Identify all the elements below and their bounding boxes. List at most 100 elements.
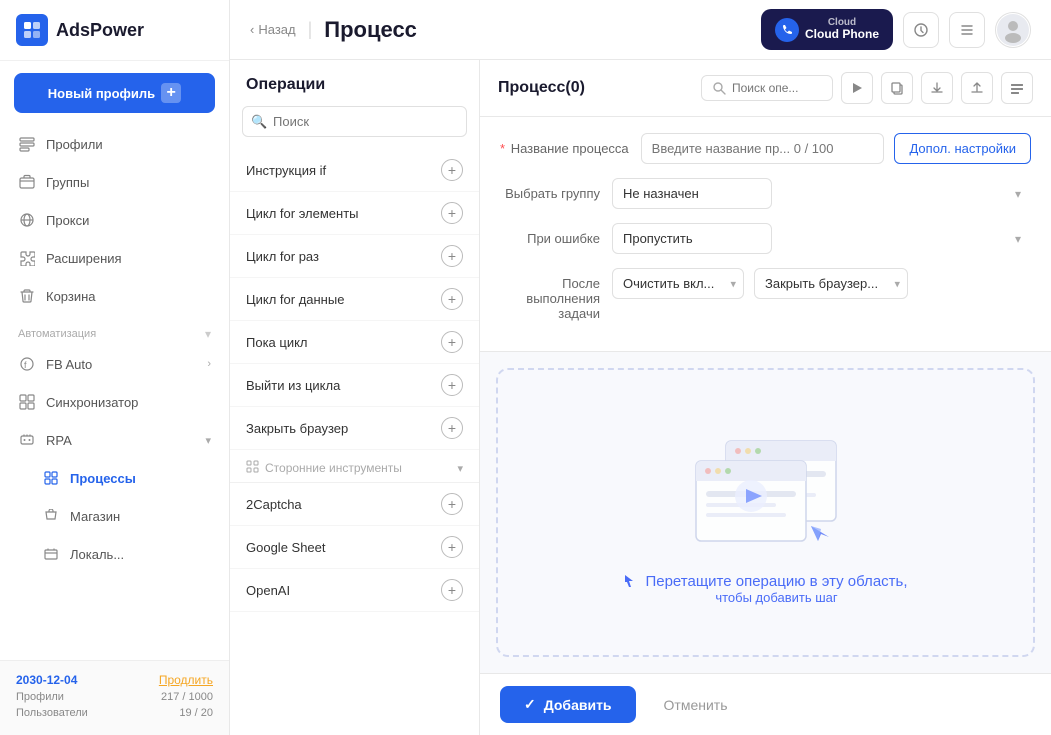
page-title: Процесс [324, 17, 417, 43]
process-name-input[interactable] [641, 133, 885, 164]
add-for-data-button[interactable]: + [441, 288, 463, 310]
ops-item-if[interactable]: Инструкция if + [230, 149, 479, 192]
ops-item-for-times[interactable]: Цикл for раз + [230, 235, 479, 278]
sidebar-item-extensions[interactable]: Расширения [0, 239, 229, 277]
sidebar-sub-label: Процессы [70, 471, 136, 486]
users-stat-label: Пользователи [16, 707, 88, 719]
operations-title: Операции [230, 60, 479, 102]
sidebar-item-processes[interactable]: Процессы [0, 459, 229, 497]
sidebar-item-rpa[interactable]: RPA ▾ [0, 421, 229, 459]
shop-icon [42, 507, 60, 525]
settings-button[interactable] [1001, 72, 1033, 104]
sidebar-item-label: RPA [46, 433, 72, 448]
chevron-down-icon: ▾ [1015, 232, 1021, 246]
topbar-right: Cloud Cloud Phone [761, 9, 1031, 49]
ops-item-for-data[interactable]: Цикл for данные + [230, 278, 479, 321]
sidebar-item-sync[interactable]: Синхронизатор [0, 383, 229, 421]
add-break-button[interactable]: + [441, 374, 463, 396]
sidebar-item-profiles[interactable]: Профили [0, 125, 229, 163]
ops-item-label: Пока цикл [246, 335, 308, 350]
back-arrow-icon: ‹ [250, 22, 254, 37]
operations-search-input[interactable] [242, 106, 467, 137]
profiles-icon [18, 135, 36, 153]
back-button[interactable]: ‹ Назад [250, 22, 296, 37]
operations-list: Инструкция if + Цикл for элементы + Цикл… [230, 149, 479, 735]
new-profile-button[interactable]: Новый профиль + [14, 73, 215, 113]
process-panel: Процесс(0) [480, 60, 1051, 735]
sidebar-item-label: Синхронизатор [46, 395, 138, 410]
add-gsheet-button[interactable]: + [441, 536, 463, 558]
operations-panel: Операции 🔍 Инструкция if + Цикл for элем… [230, 60, 480, 735]
sidebar-navigation: Профили Группы Прокси Расширения Корзина [0, 125, 229, 660]
cancel-button[interactable]: Отменить [648, 687, 744, 723]
process-name-row: * Название процесса Допол. настройки [500, 133, 1031, 164]
user-avatar[interactable] [995, 12, 1031, 48]
process-name-control: Допол. настройки [641, 133, 1031, 164]
ops-item-label: Выйти из цикла [246, 378, 340, 393]
process-search-input[interactable] [732, 81, 822, 95]
sidebar-item-label: FB Auto [46, 357, 92, 372]
ops-item-break[interactable]: Выйти из цикла + [230, 364, 479, 407]
drop-subtext: чтобы добавить шаг [623, 590, 907, 605]
ops-item-openai[interactable]: OpenAI + [230, 569, 479, 612]
add-for-elem-button[interactable]: + [441, 202, 463, 224]
sidebar-item-proxy[interactable]: Прокси [0, 201, 229, 239]
ops-item-gsheet[interactable]: Google Sheet + [230, 526, 479, 569]
after-task-selects: Очистить вкл... ▾ Закрыть браузер... ▾ [612, 268, 1031, 299]
operations-search-wrap: 🔍 [242, 106, 467, 137]
group-select[interactable]: Не назначен [612, 178, 772, 209]
add-if-button[interactable]: + [441, 159, 463, 181]
topbar-left: ‹ Назад | Процесс [250, 17, 417, 43]
groups-icon [18, 173, 36, 191]
download-button[interactable] [921, 72, 953, 104]
sidebar-item-local[interactable]: Локаль... [0, 535, 229, 573]
error-select[interactable]: Пропустить [612, 223, 772, 254]
after-select-2[interactable]: Закрыть браузер... [754, 268, 908, 299]
sidebar-item-label: Расширения [46, 251, 122, 266]
svg-text:f: f [24, 360, 27, 370]
ops-item-for-elem[interactable]: Цикл for элементы + [230, 192, 479, 235]
drop-text: Перетащите операцию в эту область, чтобы… [623, 573, 907, 605]
sidebar-item-trash[interactable]: Корзина [0, 277, 229, 315]
copy-button[interactable] [881, 72, 913, 104]
logo-area: AdsPower [0, 0, 229, 61]
ops-item-label: Google Sheet [246, 540, 326, 555]
ops-item-label: 2Captcha [246, 497, 302, 512]
error-label: При ошибке [500, 223, 600, 246]
after-select-1[interactable]: Очистить вкл... [612, 268, 744, 299]
extra-settings-button[interactable]: Допол. настройки [894, 133, 1031, 164]
content-area: Операции 🔍 Инструкция if + Цикл for элем… [230, 60, 1051, 735]
list-button[interactable] [949, 12, 985, 48]
after-select-1-wrap: Очистить вкл... ▾ [612, 268, 744, 299]
ops-item-label: Закрыть браузер [246, 421, 348, 436]
divider: | [308, 19, 313, 40]
chevron-down-icon: ▾ [457, 462, 463, 475]
checkmark-icon: ✓ [524, 696, 536, 713]
sidebar-item-fb-auto[interactable]: f FB Auto › [0, 345, 229, 383]
sidebar-item-groups[interactable]: Группы [0, 163, 229, 201]
ops-item-while[interactable]: Пока цикл + [230, 321, 479, 364]
error-control: Пропустить ▾ [612, 223, 1031, 254]
play-button[interactable] [841, 72, 873, 104]
ops-item-label: OpenAI [246, 583, 290, 598]
drop-illustration [666, 421, 866, 561]
add-openai-button[interactable]: + [441, 579, 463, 601]
add-for-times-button[interactable]: + [441, 245, 463, 267]
cloud-phone-button[interactable]: Cloud Cloud Phone [761, 9, 893, 49]
sidebar-sub-label: Магазин [70, 509, 120, 524]
ops-item-captcha[interactable]: 2Captcha + [230, 483, 479, 526]
sidebar-item-shop[interactable]: Магазин [0, 497, 229, 535]
chevron-down-icon: ▾ [205, 434, 211, 447]
ops-item-close-browser[interactable]: Закрыть браузер + [230, 407, 479, 450]
ops-item-label: Цикл for раз [246, 249, 319, 264]
add-close-browser-button[interactable]: + [441, 417, 463, 439]
add-step-button[interactable]: ✓ Добавить [500, 686, 636, 723]
logo-text: AdsPower [56, 20, 144, 41]
add-while-button[interactable]: + [441, 331, 463, 353]
add-step-label: Добавить [544, 697, 612, 713]
add-captcha-button[interactable]: + [441, 493, 463, 515]
extend-link[interactable]: Продлить [159, 673, 213, 687]
sidebar-item-label: Профили [46, 137, 103, 152]
history-button[interactable] [903, 12, 939, 48]
upload-button[interactable] [961, 72, 993, 104]
